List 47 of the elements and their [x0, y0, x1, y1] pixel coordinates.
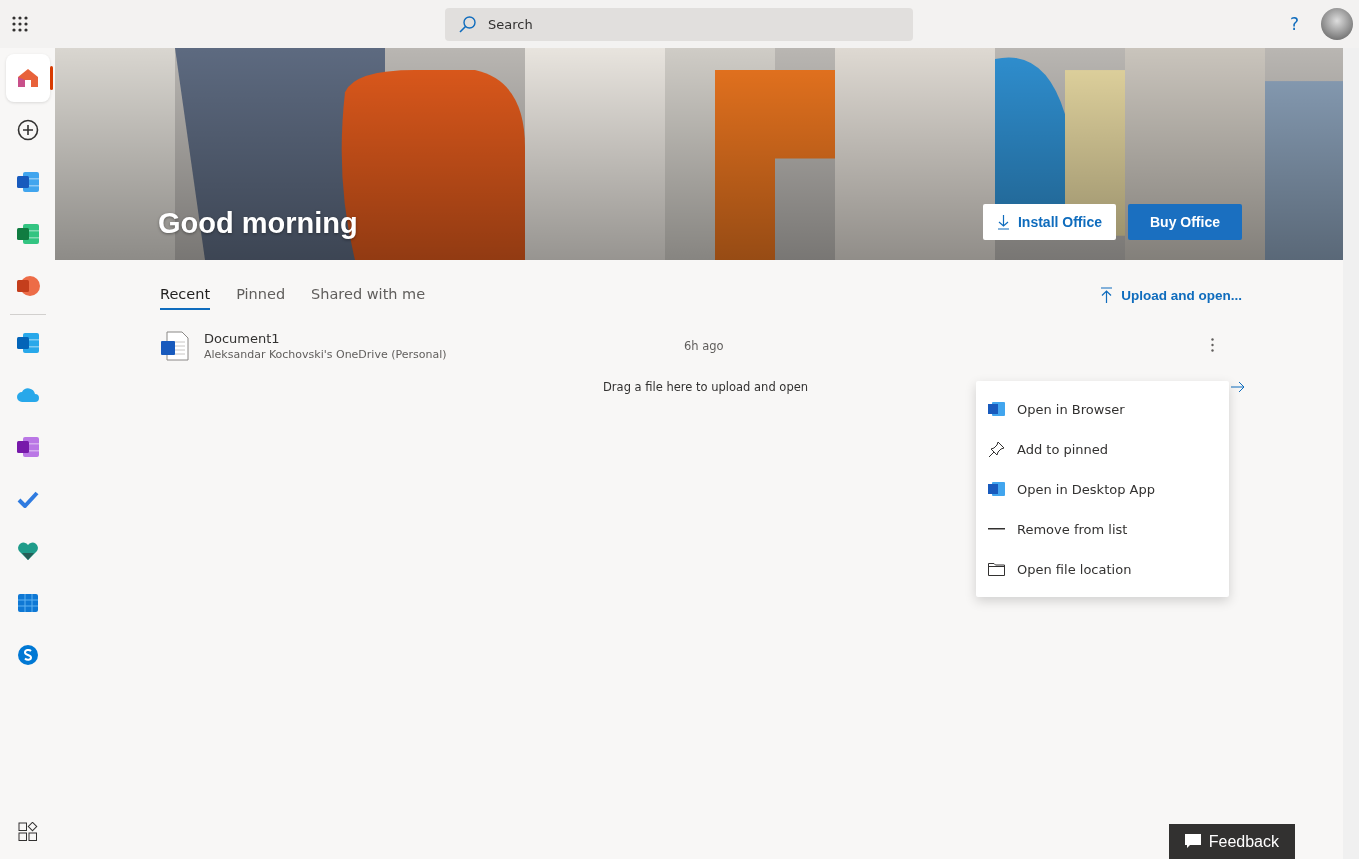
heart-icon [16, 541, 39, 561]
word-document-icon [160, 331, 190, 361]
apps-grid-icon [17, 822, 38, 842]
greeting-heading: Good morning [158, 207, 358, 240]
menu-item[interactable]: Add to pinned [976, 429, 1229, 469]
file-location: Aleksandar Kochovski's OneDrive (Personal) [204, 348, 448, 361]
tab[interactable]: Shared with me [311, 286, 426, 310]
help-button[interactable]: ? [1285, 14, 1303, 34]
upload-and-open-link[interactable]: Upload and open... [1100, 286, 1242, 304]
feedback-button[interactable]: Feedback [1168, 824, 1295, 859]
home-icon [16, 68, 39, 88]
modified-time: 6h ago [684, 339, 724, 353]
more-vertical-icon [1211, 337, 1214, 352]
file-name[interactable]: Document1 [204, 331, 684, 346]
checkmark-icon [16, 490, 39, 508]
minus-icon [988, 528, 1005, 530]
skype-icon [16, 644, 39, 666]
search-field[interactable]: Search [445, 8, 913, 41]
waffle-icon [12, 16, 28, 32]
tab[interactable]: Recent [160, 286, 211, 310]
plus-circle-icon [16, 119, 39, 141]
pin-icon [988, 440, 1005, 458]
cloud-icon [15, 387, 40, 403]
menu-item[interactable]: Open in Desktop App [976, 469, 1229, 509]
search-icon [459, 16, 476, 33]
buy-office-button[interactable]: Buy Office [1128, 204, 1242, 240]
word-icon [988, 482, 1005, 496]
word-icon [15, 171, 40, 193]
install-office-button[interactable]: Install Office [982, 204, 1116, 240]
onenote-icon [15, 436, 40, 458]
avatar[interactable] [1321, 8, 1353, 40]
excel-icon [15, 223, 40, 245]
drop-hint: Drag a file here to upload and open [603, 380, 809, 394]
arrow-right-icon [1231, 381, 1245, 393]
tab[interactable]: Pinned [236, 286, 286, 310]
powerpoint-icon [15, 275, 40, 297]
outlook-icon [15, 332, 40, 354]
calendar-grid-icon [16, 593, 39, 613]
scrollbar[interactable] [1343, 48, 1359, 859]
menu-item[interactable]: Remove from list [976, 509, 1229, 549]
menu-item[interactable]: Open in Browser [976, 389, 1229, 429]
word-icon [988, 402, 1005, 416]
download-icon [996, 214, 1010, 230]
folder-icon [988, 562, 1005, 576]
menu-item[interactable]: Open file location [976, 549, 1229, 589]
upload-icon [1100, 286, 1114, 304]
speech-bubble-icon [1184, 834, 1201, 849]
